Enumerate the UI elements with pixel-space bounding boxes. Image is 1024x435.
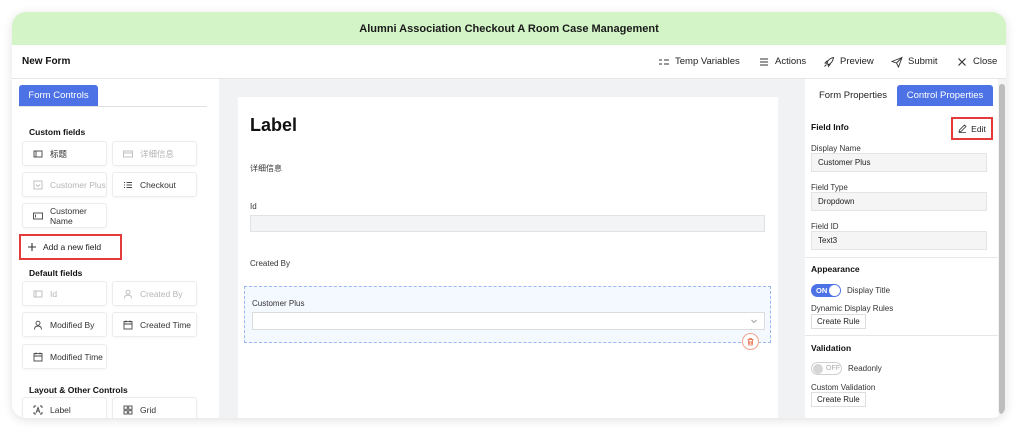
canvas-id-input[interactable] (250, 215, 765, 232)
list-icon (124, 181, 132, 188)
control-item-created-by[interactable]: Created By (112, 281, 197, 306)
display-name-field[interactable]: Customer Plus (811, 153, 987, 172)
form-canvas: Label 详细信息 Id Created By Customer Plus (238, 97, 778, 418)
field-type-field[interactable]: Dropdown (811, 192, 987, 211)
dropdown-icon (33, 180, 43, 189)
toggle-knob (829, 285, 840, 296)
app-title: Alumni Association Checkout A Room Case … (359, 22, 659, 35)
tab-control-properties[interactable]: Control Properties (897, 85, 993, 106)
default-fields-title: Default fields (29, 268, 83, 278)
calendar-icon (123, 320, 133, 329)
plus-icon (28, 243, 36, 251)
calendar-icon (33, 352, 43, 361)
edit-button[interactable]: Edit (951, 117, 993, 140)
card-icon (123, 150, 133, 157)
chevron-down-icon (751, 319, 757, 324)
properties-scrollbar[interactable] (998, 79, 1006, 418)
control-item-detail[interactable]: 详细信息 (112, 141, 197, 166)
form-title: New Form (22, 56, 71, 67)
app-window: Alumni Association Checkout A Room Case … (12, 12, 1006, 418)
create-rule-button[interactable]: Create Rule (811, 314, 866, 329)
field-id-field[interactable]: Text3 (811, 231, 987, 250)
field-type-label: Field Type (811, 183, 848, 192)
add-new-field-button[interactable]: Add a new field (19, 234, 122, 260)
field-info-title: Field Info (811, 122, 849, 132)
field-id-label: Field ID (811, 222, 839, 231)
user-icon (34, 320, 42, 330)
close-icon (958, 57, 966, 66)
canvas-label-heading[interactable]: Label (250, 115, 297, 136)
display-name-label: Display Name (811, 144, 861, 153)
divider (805, 257, 998, 258)
control-item-modified-time[interactable]: Modified Time (22, 344, 107, 369)
form-canvas-area: Label 详细信息 Id Created By Customer Plus (219, 79, 799, 418)
custom-validation-label: Custom Validation (811, 383, 876, 392)
canvas-id-label: Id (250, 202, 257, 211)
temp-variables-button[interactable]: Temp Variables (658, 56, 740, 68)
variables-icon (659, 58, 669, 65)
display-title-toggle[interactable]: ON (811, 284, 841, 297)
control-item-grid[interactable]: Grid (112, 397, 197, 418)
submit-button[interactable]: Submit (891, 56, 938, 68)
create-validation-rule-button[interactable]: Create Rule (811, 392, 866, 407)
control-item-label[interactable]: Label (22, 397, 107, 418)
readonly-toggle[interactable]: OFF (811, 362, 842, 375)
control-item-title[interactable]: 标题 (22, 141, 107, 166)
divider (805, 335, 998, 336)
control-item-customer-plus[interactable]: Customer Plus (22, 172, 107, 197)
customer-plus-label: Customer Plus (252, 299, 305, 308)
send-icon (891, 56, 903, 68)
custom-fields-title: Custom fields (29, 127, 86, 137)
validation-title: Validation (811, 343, 852, 353)
customer-plus-dropdown[interactable] (252, 312, 765, 330)
form-header: New Form Temp Variables Actions Preview … (12, 45, 1006, 79)
rocket-icon (824, 56, 835, 68)
rectangle-icon (33, 290, 43, 297)
trash-icon (747, 338, 754, 346)
properties-panel: Form Properties Control Properties Field… (805, 79, 998, 418)
grid-icon (123, 405, 133, 414)
list-icon (760, 57, 768, 66)
rectangle-icon (33, 150, 43, 157)
dynamic-display-rules-label: Dynamic Display Rules (811, 304, 894, 313)
toggle-knob (813, 364, 823, 374)
preview-button[interactable]: Preview (823, 56, 874, 68)
pencil-icon (958, 124, 967, 133)
control-item-created-time[interactable]: Created Time (112, 312, 197, 337)
control-item-customer-name[interactable]: Customer Name (22, 203, 107, 228)
display-title-label: Display Title (847, 286, 891, 295)
selected-field-customer-plus[interactable]: Customer Plus (244, 286, 771, 343)
control-item-checkout[interactable]: Checkout (112, 172, 197, 197)
tab-form-controls[interactable]: Form Controls (19, 85, 98, 106)
scrollbar-thumb[interactable] (999, 84, 1005, 414)
form-controls-panel: Form Controls Custom fields 标题 详细信息 Cust… (12, 79, 219, 418)
readonly-label: Readonly (848, 364, 882, 373)
delete-field-button[interactable] (742, 333, 759, 350)
textbox-icon (33, 212, 43, 219)
app-title-banner: Alumni Association Checkout A Room Case … (12, 12, 1006, 45)
tab-underline (19, 106, 207, 107)
close-button[interactable]: Close (956, 56, 997, 68)
user-icon (124, 289, 132, 299)
canvas-created-by-label[interactable]: Created By (250, 259, 290, 268)
control-item-id[interactable]: Id (22, 281, 107, 306)
control-item-modified-by[interactable]: Modified By (22, 312, 107, 337)
actions-button[interactable]: Actions (758, 56, 806, 68)
layout-controls-title: Layout & Other Controls (29, 385, 128, 395)
text-label-icon (33, 405, 43, 414)
tab-form-properties[interactable]: Form Properties (813, 85, 893, 106)
canvas-detail-text[interactable]: 详细信息 (250, 163, 282, 174)
appearance-title: Appearance (811, 264, 860, 274)
